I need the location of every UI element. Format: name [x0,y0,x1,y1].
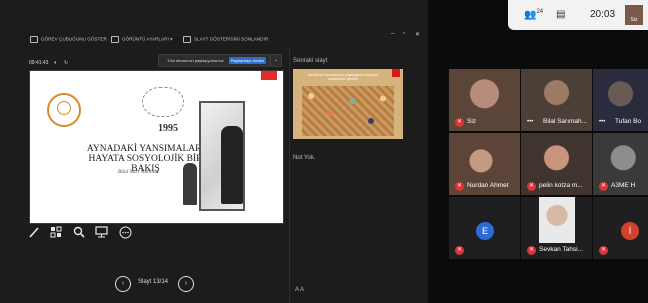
screen-share-label: Tüm ekranınızı paylaşıyorsunuz [167,58,224,63]
previous-slide-button[interactable]: ‹ [115,276,131,292]
minimize-button[interactable]: – [391,31,394,37]
mic-muted-icon: ✕ [599,182,608,191]
presenter-view: GÖREV ÇUBUĞUNU GÖSTER GÖRÜNTÜ AYARLARI ▾… [0,0,428,303]
participant-tile[interactable]: ✕ Sevkan Tahsi... [521,197,592,259]
screen-share-banner: Tüm ekranınızı paylaşıyorsunuz Paylaşmay… [158,54,270,67]
current-slide: 1995 AYNADAKİ YANSIMALAR: HAYATA SOSYOLO… [29,70,284,224]
slide-marker [261,71,277,80]
participant-tile[interactable]: ••• Tufan Bo [593,69,648,131]
more-icon[interactable] [119,226,132,242]
slide-marker [392,69,400,77]
participant-tile[interactable]: E ✕ [449,197,520,259]
participant-tile[interactable]: ✕ Siz [449,69,520,131]
display-settings-button[interactable]: GÖRÜNTÜ AYARLARI ▾ [111,36,173,43]
pane-divider[interactable] [289,48,290,303]
pause-timer-button[interactable]: ⏸ [54,60,57,66]
participants-button[interactable]: 👥24 [524,9,543,20]
slide-counter: Slayt 13/14 [138,279,169,285]
show-taskbar-button[interactable]: GÖREV ÇUBUĞUNU GÖSTER [30,36,107,43]
slide-year: 1995 [158,123,178,134]
mic-muted-icon: ✕ [455,182,464,191]
participant-tile[interactable]: ✕ Nurdan Ahmet [449,133,520,195]
speaker-notes: Not Yok. [293,155,316,161]
chat-icon[interactable]: ▤ [556,9,565,20]
font-size-controls[interactable]: A A [295,287,304,293]
next-slide-preview[interactable]: Kendimizi tanımak için yaşadığımız toplu… [293,69,403,139]
mic-muted-icon: ✕ [599,246,608,255]
next-slide-caption: Kendimizi tanımak için yaşadığımız toplu… [308,73,378,82]
more-icon[interactable]: ••• [599,119,605,125]
end-show-icon [183,36,191,43]
mic-muted-icon: ✕ [455,246,464,255]
taskbar-icon [30,36,38,43]
mic-muted-icon: ✕ [455,118,464,127]
crowd-image [302,86,394,136]
slide-author: Bilal Sarı Nahmut [118,170,160,175]
chess-pawn-image [183,163,197,205]
participant-tile[interactable]: ✕ A3ME H [593,133,648,195]
university-logo [47,93,81,127]
share-more-button[interactable]: ⌄ [270,54,282,67]
participant-tile[interactable]: ••• Bilal Sarımah... [521,69,592,131]
anniversary-seal [142,87,184,117]
more-icon[interactable]: ••• [527,119,533,125]
screen-icon[interactable] [95,226,108,241]
people-icon: 👥 [524,9,537,21]
avatar: İ [621,222,639,240]
avatar[interactable]: Siz [625,5,643,25]
next-slide-button[interactable]: › [178,276,194,292]
participant-tile[interactable]: ✕ pelin kotza m... [521,133,592,195]
magnifier-icon[interactable] [73,226,85,241]
mic-muted-icon: ✕ [527,246,536,255]
end-slideshow-button[interactable]: SLAYT GÖSTERİSİNİ SONLANDIR [183,36,268,43]
participant-video [539,197,575,243]
chess-king-image [221,126,243,204]
avatar: E [476,222,494,240]
maximize-button[interactable]: ▫ [403,31,405,37]
pen-icon[interactable] [28,226,40,241]
grid-icon[interactable] [50,226,62,241]
meeting-clock: 20:03 [590,9,616,20]
restart-timer-button[interactable]: ↻ [64,60,68,66]
participant-tile[interactable]: İ ✕ [593,197,648,259]
mic-muted-icon: ✕ [527,182,536,191]
presenter-toolbar: GÖREV ÇUBUĞUNU GÖSTER GÖRÜNTÜ AYARLARI ▾… [0,30,428,48]
next-slide-heading: Sonraki slayt [293,58,328,64]
stop-sharing-button[interactable]: Paylaşmayı durdur [228,57,266,64]
elapsed-timer: 09:41:43 [29,60,49,66]
display-icon [111,36,119,43]
close-button[interactable]: ✕ [415,31,420,38]
